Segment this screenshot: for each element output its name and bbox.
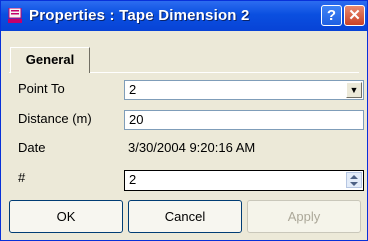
spin-up-icon[interactable] [350, 175, 358, 179]
distance-label: Distance (m) [18, 111, 92, 126]
apply-button[interactable]: Apply [247, 200, 361, 233]
spin-down-icon[interactable] [350, 182, 358, 186]
help-icon: ? [326, 7, 337, 24]
cancel-button[interactable]: Cancel [128, 200, 242, 233]
close-icon: ✕ [348, 7, 361, 24]
distance-value: 20 [129, 112, 144, 127]
point-to-value: 2 [129, 82, 137, 97]
spin-icon[interactable] [346, 172, 362, 188]
number-spinner[interactable]: 2 [124, 170, 364, 191]
date-label: Date [18, 140, 46, 155]
help-button[interactable]: ? [321, 5, 342, 26]
number-value: 2 [129, 172, 137, 187]
distance-input[interactable]: 20 [124, 110, 364, 130]
ok-button[interactable]: OK [9, 200, 123, 233]
properties-icon [8, 8, 22, 23]
number-label: # [18, 170, 26, 185]
title-bar[interactable]: Properties : Tape Dimension 2 ? ✕ [1, 1, 367, 31]
chevron-down-icon[interactable]: ▼ [346, 82, 362, 98]
window-title: Properties : Tape Dimension 2 [29, 7, 250, 24]
date-value: 3/30/2004 9:20:16 AM [124, 139, 364, 159]
tab-general[interactable]: General [10, 47, 90, 73]
point-to-combobox[interactable]: 2 ▼ [124, 80, 364, 100]
properties-dialog: Properties : Tape Dimension 2 ? ✕ Genera… [0, 0, 368, 241]
close-button[interactable]: ✕ [344, 5, 365, 26]
point-to-label: Point To [18, 81, 65, 96]
